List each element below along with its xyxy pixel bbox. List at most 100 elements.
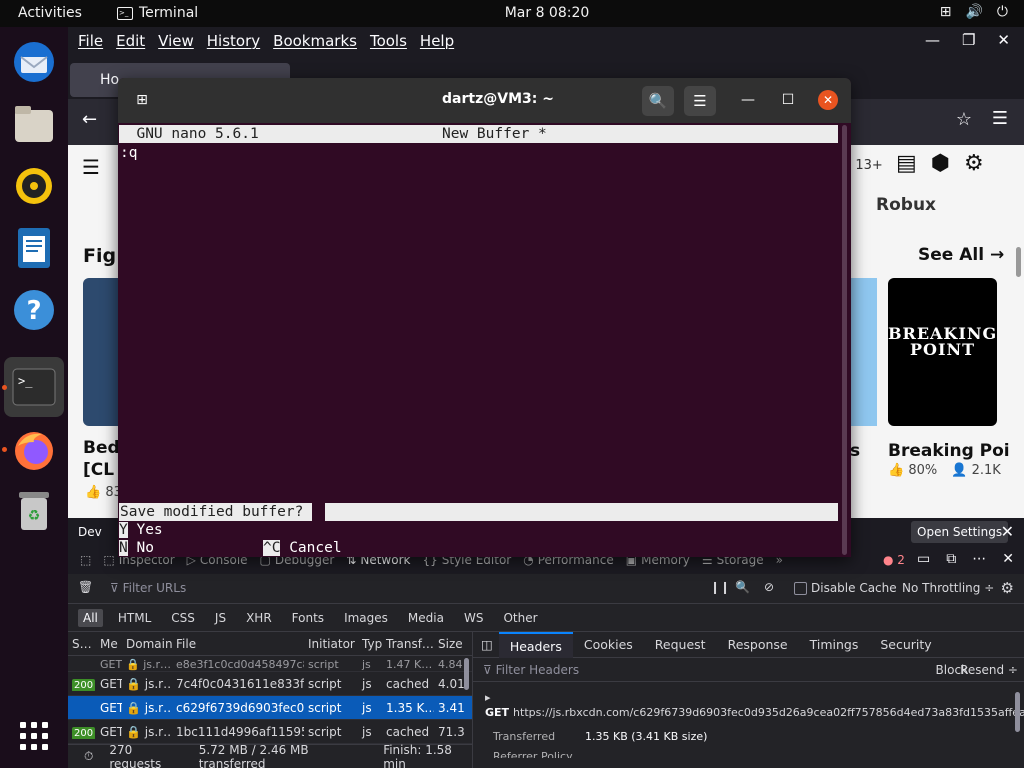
table-row[interactable]: 200 GET 🔒 js.r… 1bc111d4996af11595011 sc… <box>68 720 472 744</box>
terminal-close-icon[interactable]: ✕ <box>818 90 838 110</box>
option-no[interactable]: N No <box>119 539 154 557</box>
details-scrollbar[interactable] <box>1015 692 1020 732</box>
close-devtools-icon[interactable]: ✕ <box>1002 551 1014 567</box>
terminal-search-icon[interactable]: 🔍 <box>642 86 674 116</box>
pick-element-icon[interactable]: ⬚ <box>80 553 91 567</box>
type-other[interactable]: Other <box>498 609 542 627</box>
type-images[interactable]: Images <box>339 609 393 627</box>
table-row[interactable]: GET 🔒 js.r… e8e3f1c0cd0d458497c8 script … <box>68 656 472 672</box>
col-size[interactable]: Size <box>434 637 464 651</box>
site-menu-icon[interactable]: ☰ <box>82 155 100 179</box>
tab-response[interactable]: Response <box>717 632 799 658</box>
table-row[interactable]: 200 GET 🔒 js.r… 7c4f0c0431611e833ffa0e s… <box>68 672 472 696</box>
clear-log-trash-icon[interactable]: 🗑 <box>78 580 93 594</box>
devtools-menu-icon[interactable]: ⋯ <box>972 551 986 567</box>
game-thumbnail-partial[interactable] <box>848 278 877 426</box>
dock-help[interactable]: ? <box>9 285 59 335</box>
menu-help[interactable]: Help <box>420 32 454 50</box>
resend-button[interactable]: Resend ÷ <box>960 663 1018 677</box>
pause-icon[interactable]: ❙❙ <box>710 580 730 594</box>
toggle-sidebar-icon[interactable]: ◫ <box>481 637 493 652</box>
left-game-title[interactable]: Bed [CL <box>83 437 120 481</box>
close-icon[interactable]: ✕ <box>997 31 1010 49</box>
disable-cache-checkbox[interactable]: Disable Cache <box>794 581 897 595</box>
minimize-icon[interactable]: — <box>925 31 940 49</box>
robux-label[interactable]: Robux <box>876 195 936 215</box>
request-table-scrollbar[interactable] <box>464 658 469 690</box>
catalog-icon[interactable]: ▤ <box>896 151 917 176</box>
dock-thunderbird[interactable] <box>9 37 59 87</box>
bookmark-star-icon[interactable]: ☆ <box>956 109 972 130</box>
terminal-maximize-icon[interactable]: ☐ <box>778 90 798 110</box>
app-menu-icon[interactable]: ☰ <box>992 108 1008 129</box>
menu-edit[interactable]: Edit <box>116 32 145 50</box>
dock-files[interactable] <box>9 99 59 149</box>
block-requests-icon[interactable]: ⊘ <box>764 580 774 594</box>
network-settings-gear-icon[interactable]: ⚙ <box>1001 579 1014 597</box>
open-settings-button[interactable]: Open Settings <box>911 521 1009 543</box>
type-all[interactable]: All <box>78 608 103 627</box>
tab-request[interactable]: Request <box>644 632 717 658</box>
dock-firefox[interactable] <box>9 425 59 475</box>
col-file[interactable]: File <box>172 637 304 651</box>
breaking-point-title[interactable]: Breaking Poi <box>888 441 1010 461</box>
clock[interactable]: Mar 8 08:20 <box>0 5 1024 21</box>
option-cancel[interactable]: ^C Cancel <box>263 539 342 557</box>
dock-trash[interactable]: ♻ <box>9 485 59 535</box>
col-transferred[interactable]: Transf… <box>382 637 434 651</box>
game-thumbnail-left[interactable] <box>83 278 123 426</box>
type-ws[interactable]: WS <box>459 609 488 627</box>
back-arrow-icon[interactable]: ← <box>82 109 97 130</box>
terminal-menu-icon[interactable]: ☰ <box>684 86 716 116</box>
throttling-select[interactable]: No Throttling ÷ <box>902 581 994 595</box>
save-prompt-input[interactable] <box>325 503 838 521</box>
settings-gear-icon[interactable]: ⚙ <box>964 151 984 176</box>
partial-game-title[interactable]: s <box>850 441 860 461</box>
type-media[interactable]: Media <box>403 609 449 627</box>
option-yes[interactable]: Y Yes <box>119 521 163 539</box>
filter-urls-input[interactable]: ⊽ Filter URLs <box>110 581 186 595</box>
page-scrollbar[interactable] <box>1016 247 1021 277</box>
col-domain[interactable]: Domain <box>122 637 172 651</box>
error-count-badge[interactable]: ● 2 <box>883 553 905 567</box>
robux-icon[interactable]: ⬢ <box>931 151 950 176</box>
filter-headers-input[interactable]: ⊽ Filter Headers <box>483 663 579 677</box>
type-css[interactable]: CSS <box>166 609 200 627</box>
row-file: c629f6739d6903fec0d93 <box>176 700 304 715</box>
see-all-link[interactable]: See All → <box>918 245 1004 265</box>
search-icon[interactable]: 🔍 <box>735 580 750 594</box>
responsive-mode-icon[interactable]: ▭ <box>917 551 930 567</box>
request-url-line[interactable]: ▸ GET https://js.rbxcdn.com/c629f6739d690… <box>485 690 1024 720</box>
dock-rhythmbox[interactable] <box>9 161 59 211</box>
col-method[interactable]: Me <box>96 637 122 651</box>
type-fonts[interactable]: Fonts <box>287 609 329 627</box>
close-notice-icon[interactable]: ✕ <box>1001 522 1014 541</box>
menu-file[interactable]: File <box>78 32 103 50</box>
tab-cookies[interactable]: Cookies <box>573 632 644 658</box>
menu-view[interactable]: View <box>158 32 194 50</box>
tab-headers[interactable]: Headers <box>498 631 573 658</box>
col-status[interactable]: S… <box>68 637 96 651</box>
svg-text:>_: >_ <box>18 374 33 388</box>
buffer-line-1[interactable]: :q <box>120 144 137 162</box>
menu-tools[interactable]: Tools <box>370 32 407 50</box>
terminal-minimize-icon[interactable]: — <box>738 90 758 110</box>
dock-terminal[interactable]: >_ <box>4 357 64 417</box>
menu-bookmarks[interactable]: Bookmarks <box>273 32 357 50</box>
menu-history[interactable]: History <box>207 32 260 50</box>
table-row-selected[interactable]: GET 🔒 js.r… c629f6739d6903fec0d93 script… <box>68 696 472 720</box>
tab-timings[interactable]: Timings <box>799 632 870 658</box>
type-html[interactable]: HTML <box>113 609 156 627</box>
tab-security[interactable]: Security <box>869 632 942 658</box>
breaking-point-thumbnail[interactable]: BREAKING POINT <box>888 278 997 426</box>
dock-writer[interactable] <box>9 223 59 273</box>
col-type[interactable]: Typ <box>358 637 382 651</box>
type-js[interactable]: JS <box>210 609 231 627</box>
type-xhr[interactable]: XHR <box>241 609 277 627</box>
terminal-scrollbar[interactable] <box>842 125 847 555</box>
dock-side-icon[interactable]: ⧉ <box>946 551 956 567</box>
maximize-icon[interactable]: ❐ <box>962 31 975 49</box>
show-applications-button[interactable] <box>9 711 59 761</box>
col-initiator[interactable]: Initiator <box>304 637 358 651</box>
system-tray[interactable]: ⊞ 🔊 ⏻ <box>940 4 1008 20</box>
